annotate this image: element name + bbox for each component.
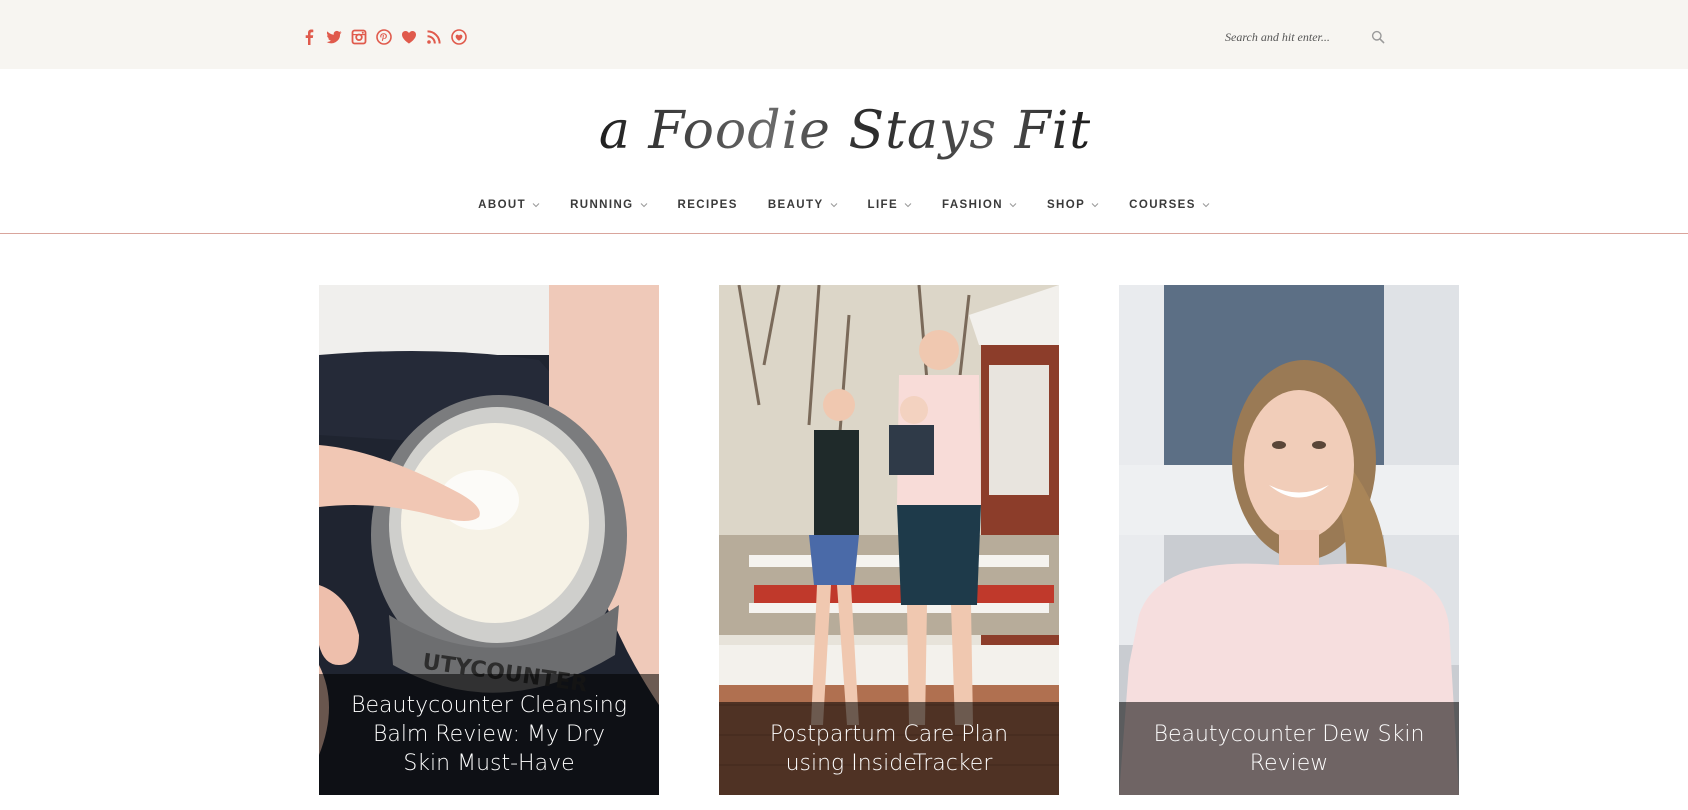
nav-label: FASHION [942,199,1003,211]
chevron-down-icon [640,203,647,208]
post-card-postpartum[interactable]: Postpartum Care Plan using InsideTracker [719,285,1059,795]
rss-icon[interactable] [425,29,442,46]
chevron-down-icon [1009,203,1017,208]
bloglovin-icon[interactable] [450,29,467,46]
heart-icon[interactable] [400,29,417,46]
nav-label: SHOP [1046,199,1086,211]
post-title: Beautycounter Dew Skin Review [1153,721,1425,776]
nav-label: RUNNING [570,199,634,211]
chevron-down-icon [830,203,837,208]
post-caption: Beautycounter Dew Skin Review [1119,702,1459,795]
nav-about[interactable]: ABOUT [463,199,555,211]
nav-life[interactable]: LIFE [853,199,928,211]
facebook-icon[interactable] [300,29,317,46]
twitter-icon[interactable] [325,29,342,46]
post-card-cleansing-balm[interactable]: UTYCOUNTER Beautycounter Cleansing Balm … [319,285,659,795]
nav-label: BEAUTY [767,199,824,211]
chevron-down-icon [1091,203,1099,208]
nav-label: ABOUT [478,199,527,211]
logo-text: a Foodie Stays Fit [600,101,1090,161]
nav-label: COURSES [1129,199,1196,211]
main-nav: ABOUT RUNNING RECIPES BEAUTY LIFE FASHIO… [0,190,1688,220]
search-box [1225,24,1385,50]
nav-label: LIFE [867,199,899,211]
nav-label: RECIPES [677,199,738,211]
top-bar [0,0,1688,69]
search-input[interactable] [1225,24,1355,50]
pinterest-icon[interactable] [375,29,392,46]
chevron-down-icon [904,203,912,208]
nav-fashion[interactable]: FASHION [927,199,1032,211]
nav-divider [0,233,1688,234]
nav-courses[interactable]: COURSES [1114,199,1225,211]
search-icon[interactable] [1371,30,1385,44]
social-links [300,26,467,48]
site-logo[interactable]: a Foodie Stays Fit [599,86,1090,176]
chevron-down-icon [1202,203,1210,208]
instagram-icon[interactable] [350,29,367,46]
chevron-down-icon [532,203,540,208]
nav-shop[interactable]: SHOP [1032,199,1114,211]
nav-beauty[interactable]: BEAUTY [753,199,853,211]
post-title: Beautycounter Cleansing Balm Review: My … [351,693,627,776]
post-caption: Beautycounter Cleansing Balm Review: My … [319,674,659,795]
nav-running[interactable]: RUNNING [555,199,662,211]
post-card-dew-skin[interactable]: Beautycounter Dew Skin Review [1119,285,1459,795]
nav-recipes[interactable]: RECIPES [663,199,753,211]
post-title: Postpartum Care Plan using InsideTracker [769,721,1009,776]
post-caption: Postpartum Care Plan using InsideTracker [719,702,1059,795]
